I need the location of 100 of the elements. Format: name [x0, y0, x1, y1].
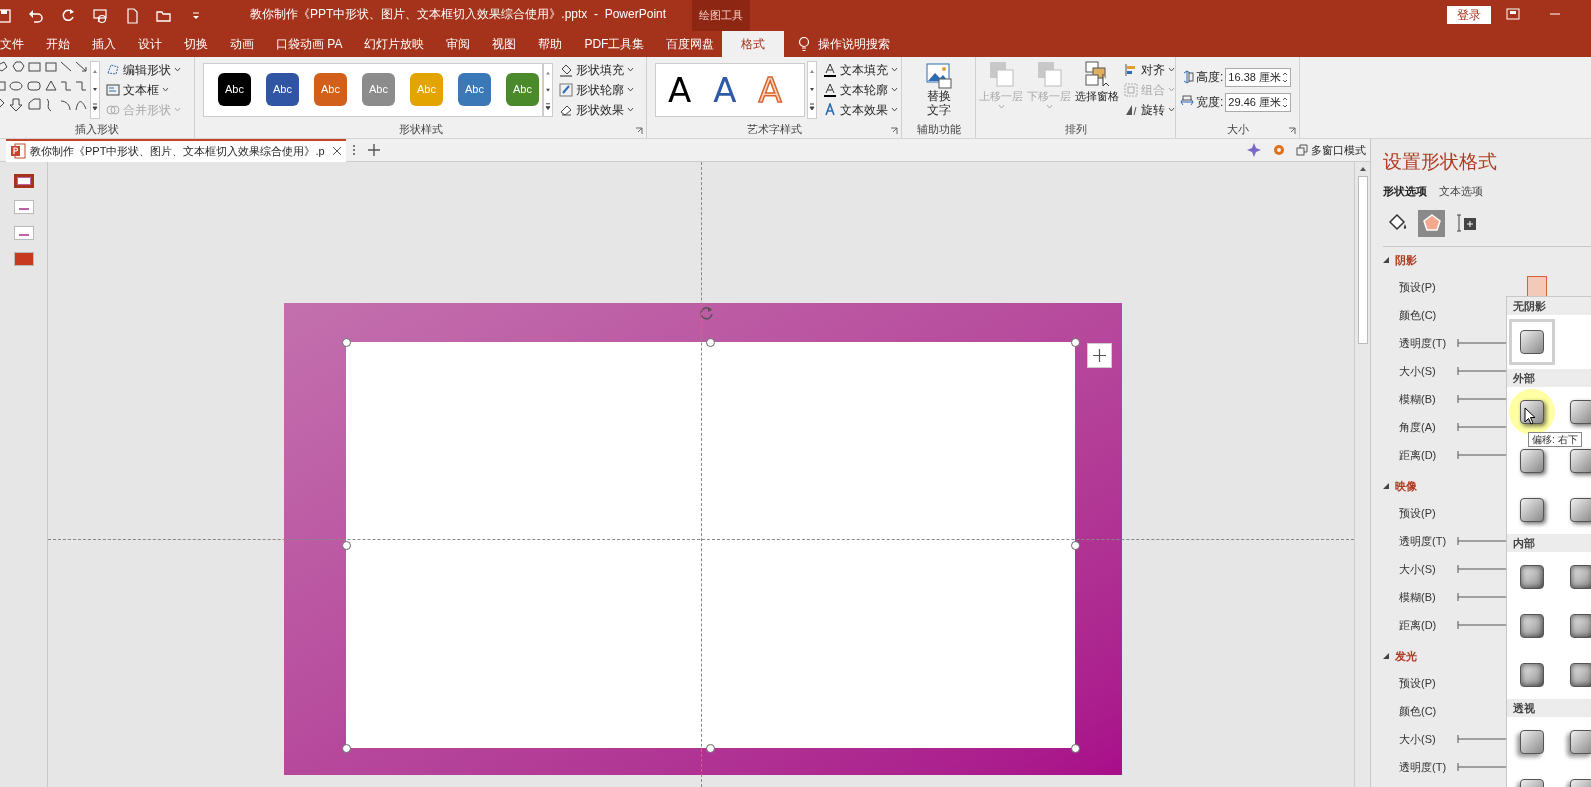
dialog-launcher-icon[interactable]: [890, 127, 898, 135]
slider-track[interactable]: [1457, 763, 1509, 771]
ribbon-button[interactable]: 文本框: [106, 79, 181, 100]
spin-field[interactable]: 29.46 厘米: [1225, 92, 1292, 112]
new-file-icon[interactable]: [124, 7, 140, 24]
menu-tab[interactable]: PDF工具集: [584, 31, 645, 57]
pentagon-icon: [1420, 212, 1443, 234]
slide-thumbnail[interactable]: [13, 200, 34, 214]
save-icon[interactable]: [0, 7, 12, 24]
slider-track[interactable]: [1457, 367, 1509, 375]
section-header[interactable]: 映像: [1395, 477, 1417, 495]
expanded-triangle-icon[interactable]: [1383, 257, 1389, 263]
menu-tab[interactable]: 开始: [46, 31, 70, 57]
tell-me-search[interactable]: 操作说明搜索: [818, 35, 891, 53]
slide-thumbnail[interactable]: [13, 174, 34, 188]
more-options-icon[interactable]: [352, 144, 356, 156]
rotate-handle-icon[interactable]: [699, 305, 715, 321]
pane-tab[interactable]: 文本选项: [1439, 182, 1483, 200]
resize-handle[interactable]: [706, 743, 715, 753]
ribbon-button[interactable]: 形状效果: [559, 99, 634, 120]
ribbon-button[interactable]: 形状填充: [559, 59, 634, 80]
merge-shapes-icon: [106, 102, 120, 117]
section-header[interactable]: 阴影: [1395, 251, 1417, 269]
menu-tab[interactable]: 百度网盘: [666, 31, 715, 57]
ribbon-button[interactable]: 文本轮廓: [823, 79, 898, 100]
vertical-scrollbar[interactable]: [1354, 162, 1370, 787]
slider-track[interactable]: [1457, 339, 1509, 347]
spin-field[interactable]: 16.38 厘米: [1225, 67, 1292, 87]
ribbon-button[interactable]: 编辑形状: [106, 59, 181, 80]
pencil-icon: [559, 82, 573, 97]
slide-thumbnail[interactable]: [13, 252, 34, 266]
resize-handle[interactable]: [1070, 743, 1080, 753]
shadow-preset[interactable]: [1509, 319, 1555, 365]
dialog-launcher-icon[interactable]: [635, 127, 643, 135]
wordart-style[interactable]: A: [668, 69, 692, 110]
wordart-style[interactable]: A: [713, 69, 737, 110]
resize-handle[interactable]: [706, 337, 715, 347]
resize-handle[interactable]: [341, 743, 351, 753]
slider-track[interactable]: [1457, 593, 1509, 601]
resize-handle[interactable]: [341, 540, 351, 550]
ribbon-button[interactable]: 形状轮廓: [559, 79, 634, 100]
menu-tab[interactable]: 帮助: [538, 31, 563, 57]
section-header[interactable]: 发光: [1395, 647, 1417, 665]
slider-track[interactable]: [1457, 621, 1509, 629]
resize-handle[interactable]: [1070, 540, 1080, 550]
login-button[interactable]: 登录: [1447, 6, 1491, 24]
document-tab[interactable]: 教你制作《PPT中形状、图片、文本框切入效果综合使用》.p: [6, 139, 346, 162]
menu-tab[interactable]: 插入: [92, 31, 116, 57]
caret-icon: [891, 67, 898, 72]
menu-tab[interactable]: 视图: [492, 31, 517, 57]
ribbon-button[interactable]: 旋转: [1124, 99, 1175, 120]
menu-tab[interactable]: 幻灯片放映: [364, 31, 425, 57]
scrollbar-thumb[interactable]: [1357, 176, 1368, 344]
lightbulb-icon[interactable]: [798, 36, 811, 52]
sparkle-icon[interactable]: [1246, 142, 1262, 158]
ribbon-display-icon[interactable]: [1506, 8, 1520, 20]
style-swatch[interactable]: Abc: [458, 73, 491, 106]
menu-tab[interactable]: 设计: [138, 31, 162, 57]
redo-icon[interactable]: [60, 7, 76, 24]
style-swatch[interactable]: Abc: [218, 73, 251, 106]
menu-tab[interactable]: 格式: [722, 31, 785, 57]
resize-handle[interactable]: [341, 337, 351, 347]
slider-track[interactable]: [1457, 423, 1509, 431]
alt-text-button[interactable]: 替换文字: [925, 62, 952, 117]
style-swatch[interactable]: Abc: [506, 73, 539, 106]
field-label: 大小(S): [1399, 363, 1437, 379]
add-tab-icon[interactable]: [368, 144, 380, 156]
close-icon[interactable]: [332, 146, 342, 156]
pane-tab[interactable]: 形状选项: [1383, 182, 1427, 200]
slide-thumbnail[interactable]: [13, 226, 34, 240]
expanded-triangle-icon[interactable]: [1383, 653, 1389, 659]
pentagon-tab[interactable]: [1418, 209, 1445, 237]
dialog-launcher-icon[interactable]: [1288, 127, 1296, 135]
slideshow-icon[interactable]: [92, 7, 108, 24]
resize-handle[interactable]: [1070, 337, 1080, 347]
menu-tab[interactable]: 切换: [184, 31, 208, 57]
preset-dropdown[interactable]: [1527, 276, 1547, 298]
ribbon-button[interactable]: 文本效果: [823, 99, 898, 120]
ribbon-button[interactable]: 文本填充: [823, 59, 898, 80]
style-swatch[interactable]: Abc: [266, 73, 299, 106]
edit-shape-icon: [106, 62, 120, 77]
paint-bucket-icon: [559, 62, 573, 77]
field-label: 预设(P): [1399, 675, 1437, 691]
ribbon-button[interactable]: 对齐: [1124, 59, 1175, 80]
caret-icon: [1168, 67, 1175, 72]
slider-track[interactable]: [1457, 565, 1509, 573]
layout-options-button[interactable]: [1087, 343, 1112, 368]
style-swatch[interactable]: Abc: [314, 73, 347, 106]
slider-track[interactable]: [1457, 395, 1509, 403]
slider-track[interactable]: [1457, 451, 1509, 459]
ribbon-button[interactable]: 选择窗格: [1074, 59, 1120, 104]
slider-track[interactable]: [1457, 537, 1509, 545]
menu-tab[interactable]: 口袋动画 PA: [276, 31, 343, 57]
expanded-triangle-icon[interactable]: [1383, 483, 1389, 489]
settings-icon[interactable]: [1272, 143, 1286, 157]
menu-tab[interactable]: 文件: [0, 31, 24, 57]
slider-track[interactable]: [1457, 735, 1509, 743]
menu-tab[interactable]: 动画: [230, 31, 254, 57]
menu-tab[interactable]: 审阅: [446, 31, 471, 57]
multi-window-button[interactable]: 多窗口模式: [1296, 141, 1366, 159]
